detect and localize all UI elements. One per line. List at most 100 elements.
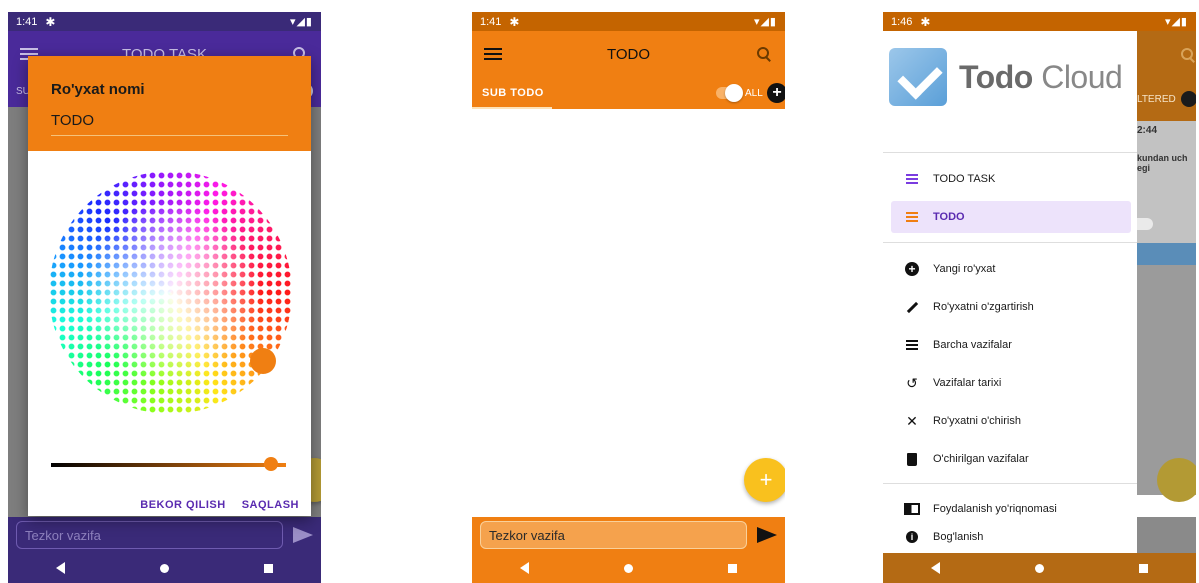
home-icon[interactable] [1034, 563, 1044, 573]
signal-battery-icon: ▾◢▮ [1164, 16, 1188, 28]
logo-bold-text: Todo [959, 58, 1033, 95]
trash-icon [891, 452, 933, 466]
status-time: 1:41 [16, 15, 38, 28]
dimmed-toggle [1137, 218, 1153, 230]
list-name-dialog: Ro'yxat nomi TODO BEKOR QILISH SAQLASH [28, 56, 311, 516]
dimmed-add-icon [1181, 91, 1196, 107]
quick-task-input[interactable] [480, 521, 747, 549]
navigation-drawer: Todo Cloud TODO TASK TODO + Yangi ro'yxa… [883, 31, 1137, 553]
settings-gear-icon: ✱ [45, 14, 56, 29]
status-time: 1:41 [480, 15, 502, 28]
signal-battery-icon: ▾◢▮ [753, 16, 777, 28]
drawer-item-contact[interactable]: i Bog'lanish [891, 521, 1131, 553]
list-icon [891, 174, 933, 184]
phone-color-dialog: 1:41 ✱ ▾◢▮ TODO TASK SU Ro'yxat nomi TOD… [8, 12, 321, 583]
home-icon[interactable] [623, 563, 633, 573]
back-icon[interactable] [519, 562, 529, 574]
drawer-item-edit-list[interactable]: Ro'yxatni o'zgartirish [891, 291, 1131, 323]
signal-battery-icon: ▾◢▮ [289, 16, 313, 28]
recents-icon[interactable] [1139, 563, 1149, 573]
drawer-item-deleted-tasks[interactable]: O'chirilgan vazifalar [891, 443, 1131, 475]
dimmed-fab [1157, 458, 1196, 502]
drawer-divider [883, 483, 1137, 484]
tab-sub-todo[interactable]: SUB TODO [482, 87, 544, 99]
drawer-item-label: Ro'yxatni o'zgartirish [933, 301, 1034, 313]
list-icon [891, 212, 933, 222]
drawer-item-delete-list[interactable]: ✕ Ro'yxatni o'chirish [891, 405, 1131, 437]
phone-nav-drawer: 1:46 ✱ ▾◢▮ LTERED 2:44 kundan uch egi To… [883, 12, 1196, 583]
app-bar-title: TODO [606, 45, 651, 63]
status-bar: 1:46 ✱ ▾◢▮ [883, 12, 1196, 31]
dimmed-blue-strip [1137, 243, 1196, 265]
settings-gear-icon: ✱ [509, 14, 520, 29]
color-selector-knob[interactable] [250, 348, 276, 374]
dimmed-task-time: 2:44 [1137, 125, 1158, 136]
brightness-slider[interactable] [51, 463, 286, 467]
todo-cloud-logo: Todo Cloud [889, 48, 1123, 106]
home-icon[interactable] [159, 563, 169, 573]
cancel-button[interactable]: BEKOR QILISH [140, 499, 225, 511]
drawer-divider [883, 242, 1137, 243]
list-icon [891, 340, 933, 350]
back-icon[interactable] [55, 562, 65, 574]
drawer-item-todo[interactable]: TODO [891, 201, 1131, 233]
drawer-item-label: TODO TASK [933, 173, 996, 185]
drawer-item-todo-task[interactable]: TODO TASK [891, 163, 1131, 195]
color-wheel[interactable] [49, 171, 292, 414]
system-nav-bar [883, 553, 1196, 583]
status-bar: 1:41 ✱ ▾◢▮ [8, 12, 321, 31]
checkmark-logo-icon [889, 48, 947, 106]
pencil-icon [891, 301, 933, 314]
status-time: 1:46 [891, 15, 913, 28]
status-bar: 1:41 ✱ ▾◢▮ [472, 12, 785, 31]
all-toggle-label: ALL [745, 88, 763, 99]
settings-gear-icon: ✱ [920, 14, 931, 29]
drawer-item-label: Bog'lanish [933, 531, 984, 543]
guide-icon [891, 503, 933, 515]
recents-icon[interactable] [728, 563, 738, 573]
dimmed-filter-label: LTERED [1137, 94, 1176, 105]
drawer-item-label: O'chirilgan vazifalar [933, 453, 1029, 465]
quick-task-input[interactable] [16, 521, 283, 549]
add-task-fab[interactable]: + [744, 458, 785, 502]
info-icon: i [891, 531, 933, 543]
drawer-item-new-list[interactable]: + Yangi ro'yxat [891, 253, 1131, 285]
back-icon[interactable] [930, 562, 940, 574]
recents-icon[interactable] [264, 563, 274, 573]
dimmed-task-text: kundan uch egi [1137, 153, 1188, 173]
search-icon[interactable] [755, 45, 773, 63]
system-nav-bar [472, 553, 785, 583]
list-name-input[interactable]: TODO [51, 112, 288, 136]
search-icon [1179, 46, 1196, 64]
dialog-title: Ro'yxat nomi [51, 81, 145, 98]
drawer-item-label: TODO [933, 211, 965, 223]
logo-wordmark: Todo Cloud [959, 58, 1123, 96]
save-button[interactable]: SAQLASH [242, 499, 299, 511]
system-nav-bar [8, 553, 321, 583]
brightness-slider-thumb[interactable] [264, 457, 278, 471]
all-toggle-knob[interactable] [725, 84, 743, 102]
close-icon: ✕ [906, 412, 918, 429]
sub-tab-bar: SUB TODO ALL + [472, 77, 785, 109]
drawer-item-task-history[interactable]: ↺ Vazifalar tarixi [891, 367, 1131, 399]
add-sublist-icon[interactable]: + [767, 83, 785, 103]
drawer-divider [883, 152, 1137, 153]
drawer-item-label: Vazifalar tarixi [933, 377, 1002, 389]
dialog-header: Ro'yxat nomi TODO [28, 56, 311, 151]
send-icon[interactable] [293, 527, 313, 543]
quick-task-bar [8, 517, 321, 553]
phone-todo-list: 1:41 ✱ ▾◢▮ TODO SUB TODO ALL + + [472, 12, 785, 583]
logo-light-text: Cloud [1041, 58, 1123, 95]
add-circle-icon: + [891, 262, 933, 276]
drawer-item-all-tasks[interactable]: Barcha vazifalar [891, 329, 1131, 361]
drawer-item-label: Foydalanish yo'riqnomasi [933, 503, 1057, 515]
app-bar: TODO [472, 31, 785, 77]
drawer-item-label: Barcha vazifalar [933, 339, 1012, 351]
quick-task-bar [472, 517, 785, 553]
drawer-item-label: Ro'yxatni o'chirish [933, 415, 1021, 427]
history-icon: ↺ [906, 374, 918, 391]
dialog-actions: BEKOR QILISH SAQLASH [140, 499, 299, 511]
menu-icon[interactable] [484, 48, 502, 60]
send-icon[interactable] [757, 527, 777, 543]
tab-indicator [472, 107, 552, 109]
